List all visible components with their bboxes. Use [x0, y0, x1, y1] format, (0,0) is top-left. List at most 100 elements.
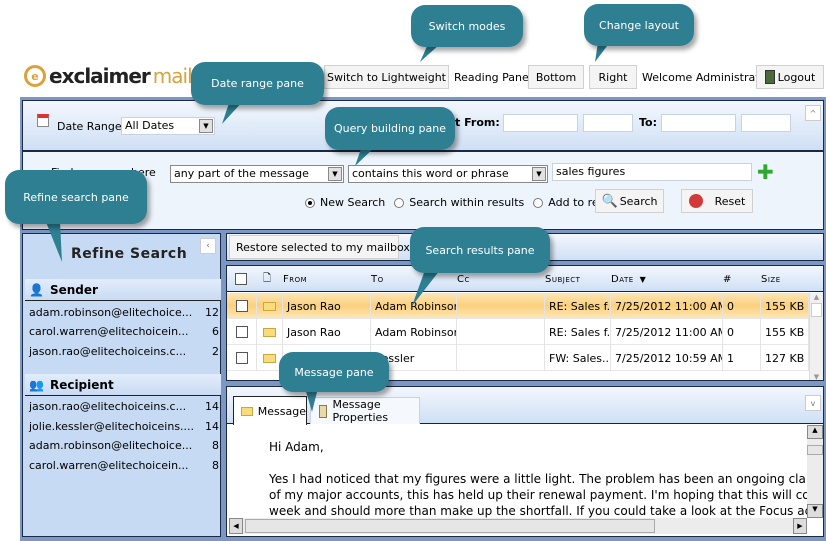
cell-cc — [457, 345, 545, 371]
time-to-input[interactable] — [741, 114, 791, 132]
reading-pane-label: Reading Pane: — [454, 71, 533, 84]
attachment-column-icon: 🗋 — [263, 272, 272, 284]
cell-date: 7/25/2012 11:00 AM — [611, 319, 723, 345]
cell-subject: RE: Sales f... — [545, 293, 611, 319]
reset-button[interactable]: Reset — [681, 189, 753, 213]
restore-button[interactable]: Restore selected to my mailbox — [229, 235, 410, 259]
reset-icon — [688, 194, 703, 208]
cell-count: 0 — [723, 319, 761, 345]
chevron-down-icon: ▼ — [199, 119, 213, 133]
cell-size: 155 KB — [761, 319, 809, 345]
column-to[interactable]: To — [371, 266, 384, 292]
callout-refine-search-pane: Refine search pane — [5, 170, 147, 224]
logo: e exclaimer mail a — [24, 64, 209, 88]
recipient-item[interactable]: jason.rao@elitechoiceins.c... 14 — [29, 400, 219, 413]
recipient-item[interactable]: adam.robinson@elitechoice... 8 — [29, 439, 219, 452]
column-from[interactable]: From — [283, 266, 307, 292]
row-checkbox[interactable] — [235, 300, 248, 312]
recipient-item[interactable]: jolie.kessler@elitechoiceins.... 14 — [29, 420, 219, 433]
time-from-input[interactable] — [583, 114, 633, 132]
column-date[interactable]: Date ▼ — [611, 266, 646, 292]
field-select[interactable]: any part of the message ▼ — [170, 165, 344, 183]
sender-item[interactable]: jason.rao@elitechoiceins.c... 2 — [29, 345, 219, 358]
collapse-up-button[interactable]: ^ — [805, 105, 821, 121]
message-horizontal-scrollbar[interactable]: ◀ ▶ — [229, 518, 807, 534]
row-checkbox[interactable] — [235, 352, 248, 364]
search-button[interactable]: 🔍 Search — [595, 189, 664, 213]
cell-to: Adam Robinson — [371, 293, 457, 319]
radio-add-to-results[interactable] — [533, 197, 544, 208]
sender-item[interactable]: adam.robinson@elitechoice... 12 — [29, 306, 219, 319]
cell-cc — [457, 293, 545, 319]
select-all-checkbox[interactable] — [235, 273, 247, 285]
callout-message-pane: Message pane — [279, 352, 389, 392]
cell-count: 0 — [723, 293, 761, 319]
cell-subject: RE: Sales f... — [545, 319, 611, 345]
table-row[interactable]: Jason Rao Adam Robinson RE: Sales f... 7/25… — [227, 293, 811, 319]
search-term-input[interactable]: sales figures — [552, 163, 752, 181]
chevron-down-icon: ▼ — [328, 167, 342, 181]
message-pane: Message Message Properties v Hi Adam, Ye… — [226, 386, 824, 537]
column-subject[interactable]: Subject — [545, 266, 580, 292]
date-range-label: Date Range: — [57, 120, 126, 133]
reading-pane-bottom-button[interactable]: Bottom — [528, 65, 584, 89]
cell-date: 7/25/2012 10:59 AM — [611, 345, 723, 371]
callout-date-range-pane: Date range pane — [191, 62, 324, 105]
collapse-left-button[interactable]: ‹ — [200, 238, 216, 254]
date-to-input[interactable] — [661, 114, 736, 132]
message-body: Hi Adam, Yes I had noticed that my figur… — [269, 440, 809, 518]
operator-select[interactable]: contains this word or phrase ▼ — [348, 165, 548, 183]
envelope-icon — [263, 301, 276, 311]
chevron-down-icon: ▼ — [532, 167, 546, 181]
column-count[interactable]: # — [723, 266, 732, 292]
tab-message-properties[interactable]: Message Properties — [310, 397, 420, 424]
sort-desc-icon: ▼ — [639, 274, 647, 284]
envelope-icon — [263, 327, 276, 337]
refine-search-pane: ‹ Refine Search 👤 Sender adam.robinson@el… — [22, 233, 221, 537]
date-from-label: t From: — [455, 116, 500, 129]
cell-count: 1 — [723, 345, 761, 371]
envelope-icon — [241, 406, 253, 416]
clipboard-icon — [319, 404, 328, 418]
date-from-input[interactable] — [503, 114, 578, 132]
search-mode-group: New Search Search within results Add to … — [305, 196, 624, 209]
add-condition-icon[interactable]: ✚ — [757, 162, 774, 182]
reading-pane-right-button[interactable]: Right — [589, 65, 637, 89]
envelope-icon — [263, 353, 276, 363]
radio-search-within[interactable] — [394, 197, 405, 208]
callout-query-building-pane: Query building pane — [325, 107, 455, 150]
cell-from: Jason Rao — [283, 319, 371, 345]
person-icon: 👤 — [29, 282, 44, 297]
recipient-group-header[interactable]: 👥 Recipient — [25, 374, 221, 396]
switch-to-lightweight-button[interactable]: Switch to Lightweight — [324, 65, 449, 89]
cell-size: 127 KB — [761, 345, 809, 371]
callout-search-results-pane: Search results pane — [410, 227, 550, 273]
date-to-label: To: — [639, 116, 657, 129]
row-checkbox[interactable] — [235, 326, 248, 338]
cell-from: Jason Rao — [283, 293, 371, 319]
date-range-select[interactable]: All Dates ▼ — [121, 117, 215, 135]
message-vertical-scrollbar[interactable]: ▲ ▼ — [807, 425, 823, 518]
cell-date: 7/25/2012 11:00 AM — [611, 293, 723, 319]
expand-down-button[interactable]: v — [805, 395, 821, 411]
column-size[interactable]: Size — [761, 266, 781, 292]
radio-new-search[interactable] — [305, 197, 315, 208]
calendar-icon — [37, 114, 49, 127]
tab-message[interactable]: Message — [233, 396, 307, 425]
magnifier-icon: 🔍 — [601, 193, 618, 209]
logout-button[interactable]: Logout — [756, 65, 824, 89]
cell-cc — [457, 319, 545, 345]
cell-subject: FW: Sales... — [545, 345, 611, 371]
cell-to: Adam Robinson — [371, 319, 457, 345]
grid-scrollbar[interactable]: ▲ ▼ — [809, 293, 823, 380]
sender-group-header[interactable]: 👤 Sender — [25, 279, 221, 301]
cell-size: 155 KB — [761, 293, 809, 319]
recipient-item[interactable]: carol.warren@elitechoicein... 8 — [29, 459, 219, 472]
callout-switch-modes: Switch modes — [411, 5, 523, 47]
logout-icon — [764, 70, 775, 84]
people-icon: 👥 — [29, 377, 44, 392]
table-row[interactable]: Jason Rao Adam Robinson RE: Sales f... 7/25… — [227, 319, 811, 345]
logo-icon: e — [24, 65, 46, 87]
callout-change-layout: Change layout — [584, 4, 694, 46]
sender-item[interactable]: carol.warren@elitechoicein... 6 — [29, 325, 219, 338]
